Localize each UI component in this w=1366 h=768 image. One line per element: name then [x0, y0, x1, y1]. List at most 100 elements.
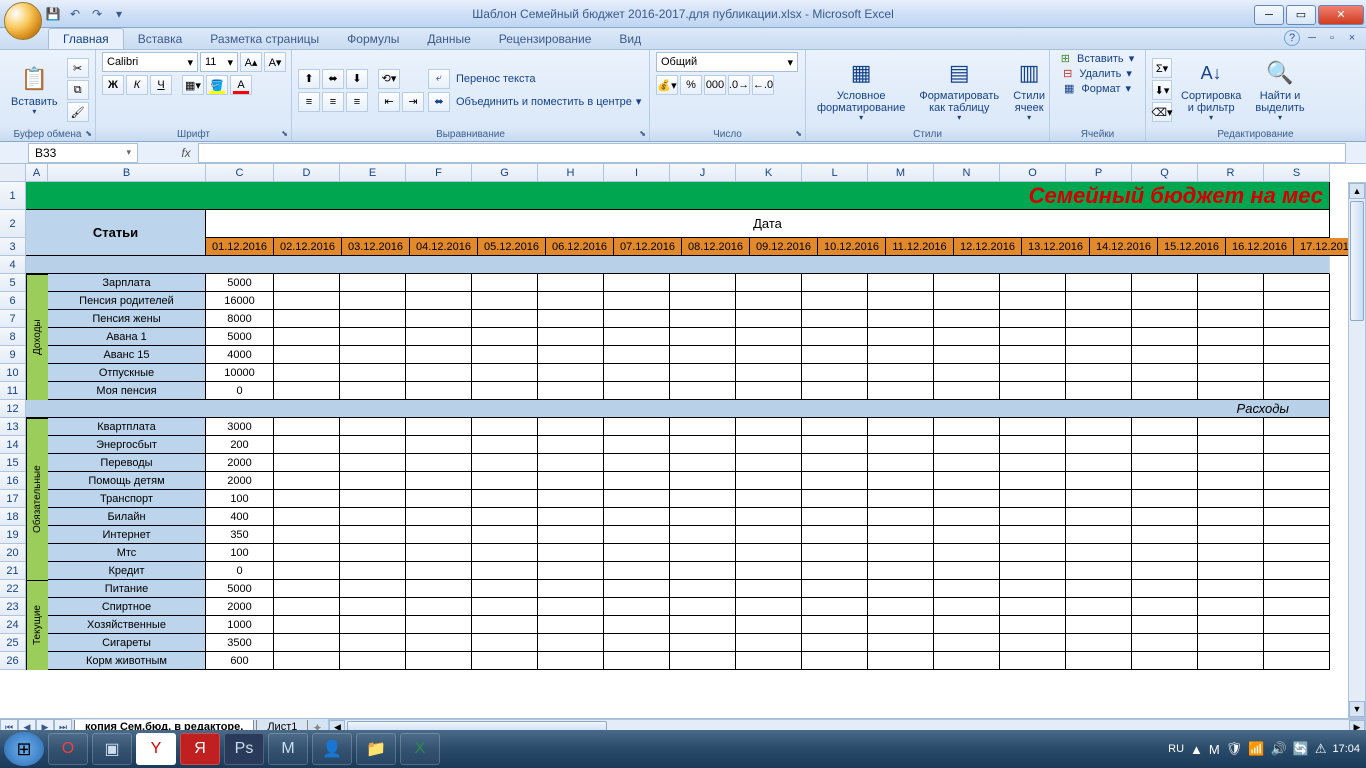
taskbar-app3-icon[interactable]: 👤 — [312, 733, 352, 765]
close-button[interactable]: ✕ — [1318, 5, 1364, 25]
row-header-4[interactable]: 4 — [0, 256, 26, 274]
row-header-23[interactable]: 23 — [0, 598, 26, 616]
row-header-9[interactable]: 9 — [0, 346, 26, 364]
row-header-6[interactable]: 6 — [0, 292, 26, 310]
row-header-20[interactable]: 20 — [0, 544, 26, 562]
align-left-icon[interactable]: ≡ — [298, 92, 320, 112]
tab-review[interactable]: Рецензирование — [485, 29, 606, 49]
scroll-up-icon[interactable]: ▲ — [1349, 183, 1365, 199]
tab-formulas[interactable]: Формулы — [333, 29, 413, 49]
format-as-table-button[interactable]: ▤Форматировать как таблицу▾ — [914, 55, 1004, 126]
row-header-3[interactable]: 3 — [0, 238, 26, 256]
col-header-M[interactable]: M — [868, 164, 934, 182]
col-header-Q[interactable]: Q — [1132, 164, 1198, 182]
start-button[interactable]: ⊞ — [4, 732, 44, 766]
clipboard-dialog-icon[interactable]: ⬊ — [85, 129, 92, 138]
sort-filter-button[interactable]: A↓Сортировка и фильтр▾ — [1176, 55, 1246, 126]
tray-flag-icon[interactable]: ▲ — [1190, 742, 1203, 757]
name-box[interactable]: B33▾ — [28, 143, 138, 163]
formula-input[interactable] — [198, 143, 1346, 163]
tray-warn-icon[interactable]: ⚠ — [1315, 741, 1327, 757]
row-header-11[interactable]: 11 — [0, 382, 26, 400]
vscroll-thumb[interactable] — [1350, 201, 1364, 321]
col-header-R[interactable]: R — [1198, 164, 1264, 182]
tab-view[interactable]: Вид — [605, 29, 655, 49]
col-header-F[interactable]: F — [406, 164, 472, 182]
tray-net-icon[interactable]: 📶 — [1248, 741, 1264, 757]
row-header-25[interactable]: 25 — [0, 634, 26, 652]
row-header-24[interactable]: 24 — [0, 616, 26, 634]
dec-decimal-icon[interactable]: ←.0 — [752, 75, 774, 95]
indent-dec-icon[interactable]: ⇤ — [378, 92, 400, 112]
find-select-button[interactable]: 🔍Найти и выделить▾ — [1250, 55, 1309, 126]
row-header-10[interactable]: 10 — [0, 364, 26, 382]
align-right-icon[interactable]: ≡ — [346, 92, 368, 112]
autosum-icon[interactable]: Σ▾ — [1152, 58, 1172, 78]
font-dialog-icon[interactable]: ⬊ — [281, 129, 288, 138]
taskbar-folder-icon[interactable]: 📁 — [356, 733, 396, 765]
select-all-corner[interactable] — [0, 164, 26, 182]
row-header-13[interactable]: 13 — [0, 418, 26, 436]
vertical-scrollbar[interactable]: ▲ ▼ — [1348, 182, 1366, 718]
office-button[interactable] — [4, 2, 42, 40]
tray-m-icon[interactable]: M — [1209, 742, 1220, 757]
ribbon-minimize-icon[interactable]: ─ — [1304, 30, 1320, 46]
tab-home[interactable]: Главная — [48, 28, 124, 49]
col-header-P[interactable]: P — [1066, 164, 1132, 182]
paste-button[interactable]: 📋Вставить▾ — [6, 61, 63, 120]
row-header-5[interactable]: 5 — [0, 274, 26, 292]
tray-sync-icon[interactable]: 🔄 — [1293, 741, 1309, 757]
number-format-combo[interactable]: Общий▾ — [656, 52, 798, 72]
percent-icon[interactable]: % — [680, 75, 702, 95]
row-header-17[interactable]: 17 — [0, 490, 26, 508]
row-header-21[interactable]: 21 — [0, 562, 26, 580]
cell-styles-button[interactable]: ▥Стили ячеек▾ — [1008, 55, 1050, 126]
maximize-button[interactable]: ▭ — [1286, 5, 1316, 25]
col-header-D[interactable]: D — [274, 164, 340, 182]
italic-button[interactable]: К — [126, 75, 148, 95]
conditional-format-button[interactable]: ▦Условное форматирование▾ — [812, 55, 910, 126]
qat-redo-icon[interactable]: ↷ — [88, 5, 106, 23]
inc-decimal-icon[interactable]: .0→ — [728, 75, 750, 95]
row-header-26[interactable]: 26 — [0, 652, 26, 670]
col-header-G[interactable]: G — [472, 164, 538, 182]
col-header-S[interactable]: S — [1264, 164, 1330, 182]
row-header-22[interactable]: 22 — [0, 580, 26, 598]
taskbar-ps-icon[interactable]: Ps — [224, 733, 264, 765]
cut-icon[interactable]: ✂ — [67, 58, 89, 78]
font-name-combo[interactable]: Calibri▾ — [102, 52, 198, 72]
copy-icon[interactable]: ⧉ — [67, 80, 89, 100]
col-header-L[interactable]: L — [802, 164, 868, 182]
font-size-combo[interactable]: 11▾ — [200, 52, 238, 72]
qat-undo-icon[interactable]: ↶ — [66, 5, 84, 23]
merge-center-button[interactable]: ⬌Объединить и поместить в центре▾ — [428, 92, 641, 112]
number-dialog-icon[interactable]: ⬊ — [795, 129, 802, 138]
row-header-1[interactable]: 1 — [0, 182, 26, 210]
qat-dropdown-icon[interactable]: ▾ — [110, 5, 128, 23]
clear-icon[interactable]: ⌫▾ — [1152, 102, 1172, 122]
font-color-icon[interactable]: A — [230, 75, 252, 95]
col-header-C[interactable]: C — [206, 164, 274, 182]
col-header-O[interactable]: O — [1000, 164, 1066, 182]
format-cells-button[interactable]: ▦ Формат ▾ — [1064, 82, 1131, 95]
align-bottom-icon[interactable]: ⬇ — [346, 69, 368, 89]
row-header-14[interactable]: 14 — [0, 436, 26, 454]
borders-icon[interactable]: ▦▾ — [182, 75, 204, 95]
row-header-18[interactable]: 18 — [0, 508, 26, 526]
tab-insert[interactable]: Вставка — [124, 29, 197, 49]
doc-close-icon[interactable]: × — [1344, 30, 1360, 46]
taskbar-app2-icon[interactable]: Я — [180, 733, 220, 765]
col-header-E[interactable]: E — [340, 164, 406, 182]
comma-icon[interactable]: 000 — [704, 75, 726, 95]
taskbar-yandex-icon[interactable]: Y — [136, 733, 176, 765]
col-header-I[interactable]: I — [604, 164, 670, 182]
tray-clock[interactable]: 17:04 — [1332, 743, 1360, 755]
col-header-J[interactable]: J — [670, 164, 736, 182]
taskbar-excel-icon[interactable]: X — [400, 733, 440, 765]
row-header-19[interactable]: 19 — [0, 526, 26, 544]
col-header-A[interactable]: A — [26, 164, 48, 182]
row-header-16[interactable]: 16 — [0, 472, 26, 490]
tray-shield-icon[interactable]: 🛡 — [1226, 741, 1243, 757]
tab-data[interactable]: Данные — [413, 29, 484, 49]
indent-inc-icon[interactable]: ⇥ — [402, 92, 424, 112]
